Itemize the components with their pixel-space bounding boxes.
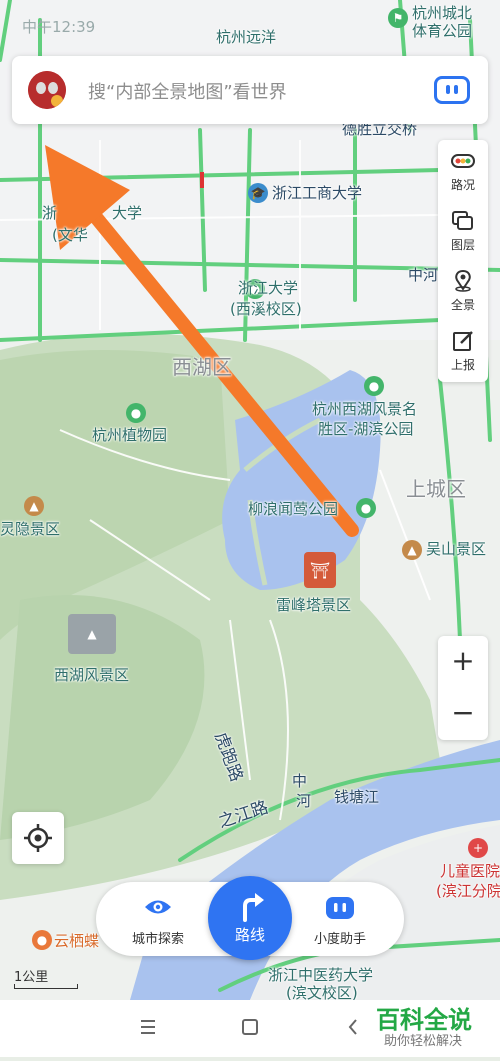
traffic-label: 路况 [450, 178, 475, 192]
assistant-label: 小度助手 [313, 932, 366, 947]
layers-label: 图层 [450, 238, 475, 252]
back-icon [348, 1019, 357, 1035]
park-poi-icon[interactable]: ● [126, 403, 146, 423]
route-label: 路线 [234, 926, 265, 944]
route-turn-arrow-icon [243, 893, 264, 922]
map-label: 浙江大学 [238, 279, 299, 297]
map-label: 中 [292, 772, 308, 790]
map-label: 体育公园 [412, 22, 473, 40]
assistant-button[interactable]: 小度助手 [300, 896, 380, 947]
map-label: 中河 [408, 266, 439, 284]
avatar[interactable] [28, 71, 66, 109]
panorama-pin-icon [455, 270, 471, 292]
scenic-poi-icon[interactable]: ● [32, 930, 52, 950]
map-label: 杭州植物园 [92, 426, 168, 444]
map-label: (滨江分院 [436, 882, 500, 900]
traffic-button[interactable]: 路况 [438, 140, 488, 200]
status-time: 中午12:39 [22, 18, 96, 36]
university-poi-icon[interactable]: 🎓 [248, 183, 268, 203]
assistant-robot-icon [326, 897, 354, 919]
traffic-light-icon [451, 154, 475, 168]
search-bar[interactable]: 搜“内部全景地图”看世界 [12, 56, 488, 124]
map-label: 灵隐景区 [0, 520, 61, 538]
scale-label: 1公里 [14, 970, 49, 985]
map-label: 上城区 [406, 477, 466, 501]
scale-bar [14, 984, 78, 989]
watermark-subtitle: 助你轻松解决 [384, 1034, 463, 1049]
home-icon [242, 1019, 258, 1035]
park-poi-icon[interactable]: ● [356, 498, 376, 518]
map-label: 西湖区 [172, 355, 232, 379]
scenic-poi-icon[interactable]: ▲ [24, 496, 44, 516]
map-label: 河 [296, 792, 312, 810]
park-poi-icon[interactable]: ● [364, 376, 384, 396]
west-lake-scenic-icon[interactable]: ▲ [68, 614, 116, 654]
eye-icon [145, 900, 171, 914]
stadium-poi-icon[interactable]: ⚑ [388, 8, 408, 28]
map-label: 胜区-湖滨公园 [318, 420, 414, 438]
assistant-robot-icon[interactable] [434, 76, 470, 104]
city-explore-label: 城市探索 [131, 932, 184, 947]
hospital-poi-icon[interactable]: + [468, 838, 488, 858]
scenic-poi-icon[interactable]: ▲ [402, 540, 422, 560]
layers-button[interactable]: 图层 [438, 200, 488, 260]
map-label: 儿童医院 [440, 862, 500, 880]
map-label: 西湖风景区 [54, 666, 130, 684]
locate-button[interactable] [12, 812, 64, 864]
layers-icon [452, 211, 473, 230]
map-label: 浙江工商大学 [272, 184, 363, 202]
zoom-in-button[interactable]: + [438, 636, 488, 686]
map-tools-panel: 路况 图层 全景 上报 [438, 140, 488, 382]
map-label: 浙 [42, 204, 58, 222]
report-label: 上报 [450, 358, 475, 372]
search-input[interactable]: 搜“内部全景地图”看世界 [88, 78, 287, 104]
crosshair-icon [24, 824, 52, 852]
map-label: 钱塘江 [334, 788, 380, 806]
map-label: 浙江中医药大学 [268, 966, 374, 984]
menu-icon [141, 1020, 155, 1034]
map-canvas[interactable]: ⚑ 🎓 ● ● ● ▲ ● ▲ ⛩ ▲ + ● 杭州城北 体育公园 杭州远洋 德… [0, 0, 500, 1000]
map-label: 杭州远洋 [216, 28, 277, 46]
map-label: 吴山景区 [426, 540, 487, 558]
report-button[interactable]: 上报 [438, 320, 488, 380]
map-label: (滨文校区) [286, 984, 358, 1000]
map-label: 杭州城北 [412, 4, 473, 22]
map-label: (西溪校区) [230, 300, 302, 318]
map-label: 杭州西湖风景名 [312, 400, 418, 418]
map-label: 云栖蝶 [54, 932, 100, 950]
report-edit-icon [453, 331, 473, 351]
map-label: 大学 [112, 204, 143, 222]
map-label: 雷峰塔景区 [276, 596, 352, 614]
user-avatar-icon [28, 71, 66, 109]
panorama-button[interactable]: 全景 [438, 260, 488, 320]
zoom-control: + − [438, 636, 488, 740]
map-label: (文华 [52, 226, 88, 244]
zoom-out-button[interactable]: − [438, 688, 488, 738]
panorama-label: 全景 [450, 298, 475, 312]
route-button[interactable]: 路线 [208, 876, 292, 960]
city-explore-button[interactable]: 城市探索 [118, 896, 198, 947]
leifeng-pagoda-icon[interactable]: ⛩ [304, 552, 336, 588]
map-label: 柳浪闻莺公园 [248, 500, 339, 518]
